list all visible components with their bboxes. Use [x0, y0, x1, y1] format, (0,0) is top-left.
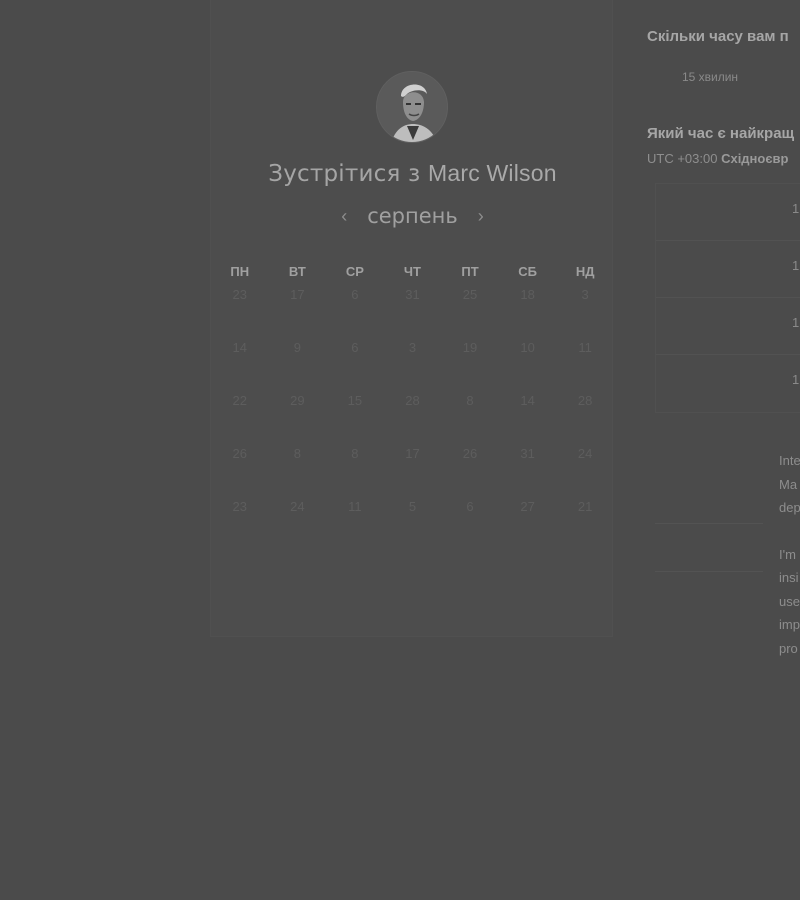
timezone-offset: UTC +03:00: [647, 151, 718, 166]
timezone-label[interactable]: UTC +03:00 Східноєвр: [647, 151, 788, 166]
bio-line: imp: [779, 617, 800, 632]
calendar-day[interactable]: 11: [556, 341, 614, 394]
calendar-day[interactable]: 24: [556, 447, 614, 500]
calendar-day[interactable]: 17: [384, 447, 442, 500]
duration-question: Скільки часу вам п: [647, 28, 789, 45]
chevron-right-icon[interactable]: ›: [472, 204, 490, 228]
calendar-day[interactable]: 17: [269, 288, 327, 341]
weekday-label: ВТ: [288, 264, 306, 279]
divider: [655, 523, 763, 524]
bio-line: dep: [779, 500, 800, 515]
calendar-day[interactable]: 11: [326, 500, 384, 553]
calendar-day[interactable]: 6: [326, 341, 384, 394]
calendar-day[interactable]: 28: [556, 394, 614, 447]
calendar-day[interactable]: 15: [326, 394, 384, 447]
title-prefix: Зустрітися з: [268, 161, 421, 187]
calendar-week-row: 14 9 6 3 19 10 11: [211, 341, 614, 394]
calendar-day[interactable]: 8: [441, 394, 499, 447]
bio-line: insi: [779, 570, 799, 585]
calendar-day[interactable]: 5: [384, 500, 442, 553]
calendar-week-row: 23 17 6 31 25 18 3: [211, 288, 614, 341]
calendar-grid: 23 17 6 31 25 18 3 14 9 6 3 19 10 11 22 29 15 28 8 14 28 26 8 8…: [211, 288, 614, 553]
bio-line: Inte: [779, 453, 800, 468]
bio-line: use: [779, 593, 800, 609]
calendar-day[interactable]: 18: [499, 288, 557, 341]
time-slot[interactable]: 1: [656, 298, 800, 355]
time-question: Який час є найкращ: [647, 125, 795, 142]
weekday-label: СБ: [518, 264, 537, 279]
calendar-day[interactable]: 26: [211, 447, 269, 500]
calendar-day[interactable]: 22: [211, 394, 269, 447]
calendar-day[interactable]: 10: [499, 341, 557, 394]
divider: [655, 571, 763, 572]
calendar-day[interactable]: 31: [499, 447, 557, 500]
chevron-left-icon[interactable]: ‹: [335, 204, 353, 228]
calendar-day[interactable]: 19: [441, 341, 499, 394]
calendar-week-row: 23 24 11 5 6 27 21: [211, 500, 614, 553]
time-slot[interactable]: 1: [656, 184, 800, 241]
bio-line: pro: [779, 640, 798, 656]
weekday-header: ПН ВТ СР ЧТ ПТ СБ НД: [211, 264, 614, 279]
weekday-label: ЧТ: [403, 264, 421, 279]
calendar-day[interactable]: 9: [269, 341, 327, 394]
bio-line: I'm: [779, 546, 796, 562]
calendar-day[interactable]: 8: [269, 447, 327, 500]
time-slot-list: 1 1 1 1: [655, 183, 800, 413]
duration-options: 15 хвилин 30: [655, 61, 800, 97]
time-slot-label: 1: [792, 372, 800, 387]
calendar-day[interactable]: 3: [384, 341, 442, 394]
weekday-label: НД: [575, 264, 595, 279]
time-slot-label: 1: [792, 201, 800, 216]
calendar-day[interactable]: 21: [556, 500, 614, 553]
duration-option-30[interactable]: 30: [765, 61, 800, 93]
calendar-day[interactable]: 24: [269, 500, 327, 553]
timezone-name: Східноєвр: [721, 151, 789, 166]
duration-option-15[interactable]: 15 хвилин: [655, 61, 765, 93]
calendar-week-row: 26 8 8 17 26 31 24: [211, 447, 614, 500]
bio-paragraph: I'm insi use imp pro: [779, 543, 800, 661]
calendar-day[interactable]: 23: [211, 500, 269, 553]
calendar-day[interactable]: 25: [441, 288, 499, 341]
host-name: Marc Wilson: [427, 160, 557, 186]
calendar-card: Зустрітися з Marc Wilson ‹ серпень › ПН В…: [210, 0, 613, 637]
month-label: серпень: [367, 204, 458, 228]
calendar-day[interactable]: 31: [384, 288, 442, 341]
booking-page: Зустрітися з Marc Wilson ‹ серпень › ПН В…: [0, 0, 800, 900]
calendar-day[interactable]: 6: [441, 500, 499, 553]
calendar-day[interactable]: 6: [326, 288, 384, 341]
page-title: Зустрітися з Marc Wilson: [211, 160, 614, 187]
time-slot-label: 1: [792, 315, 800, 330]
calendar-day[interactable]: 29: [269, 394, 327, 447]
bio-paragraph: Inte Ma dep: [779, 449, 800, 520]
bio-line: Ma: [779, 476, 798, 492]
calendar-day[interactable]: 14: [499, 394, 557, 447]
time-slot-label: 1: [792, 258, 800, 273]
calendar-day[interactable]: 27: [499, 500, 557, 553]
host-photo: [377, 72, 447, 142]
calendar-day[interactable]: 14: [211, 341, 269, 394]
month-navigation: ‹ серпень ›: [211, 204, 614, 228]
weekday-label: СР: [345, 264, 364, 279]
weekday-label: ПТ: [461, 264, 479, 279]
time-slot[interactable]: 1: [656, 241, 800, 298]
weekday-label: ПН: [230, 264, 250, 279]
host-bio: Inte Ma dep I'm insi use imp pro: [779, 449, 800, 683]
avatar: [376, 71, 448, 143]
calendar-day[interactable]: 3: [556, 288, 614, 341]
calendar-day[interactable]: 28: [384, 394, 442, 447]
calendar-day[interactable]: 26: [441, 447, 499, 500]
calendar-day[interactable]: 23: [211, 288, 269, 341]
calendar-week-row: 22 29 15 28 8 14 28: [211, 394, 614, 447]
time-slot[interactable]: 1: [656, 355, 800, 412]
calendar-day[interactable]: 8: [326, 447, 384, 500]
scheduling-panel: Скільки часу вам п 15 хвилин 30 Який час…: [647, 0, 800, 900]
